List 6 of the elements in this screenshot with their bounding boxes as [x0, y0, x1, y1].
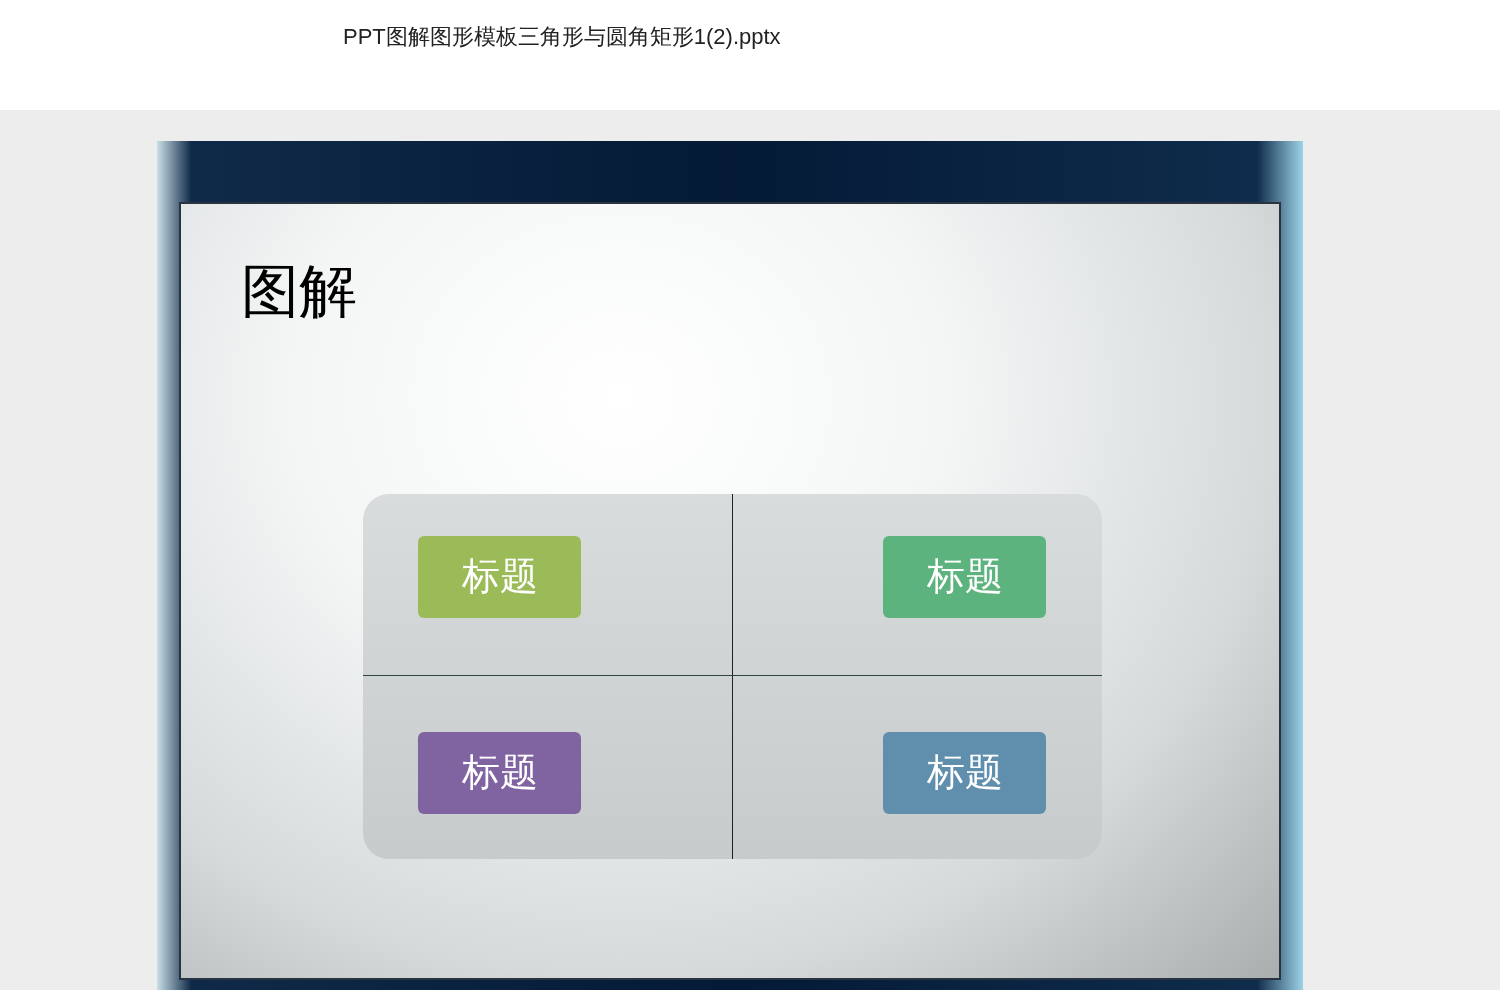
- title-box: 标题: [418, 535, 581, 618]
- slide-title: 图解: [241, 260, 357, 324]
- title-box: 标题: [883, 731, 1046, 814]
- title-box: 标题: [418, 731, 581, 814]
- document-title: PPT图解图形模板三角形与圆角矩形1(2).pptx: [343, 24, 781, 49]
- title-box: 标题: [883, 535, 1046, 618]
